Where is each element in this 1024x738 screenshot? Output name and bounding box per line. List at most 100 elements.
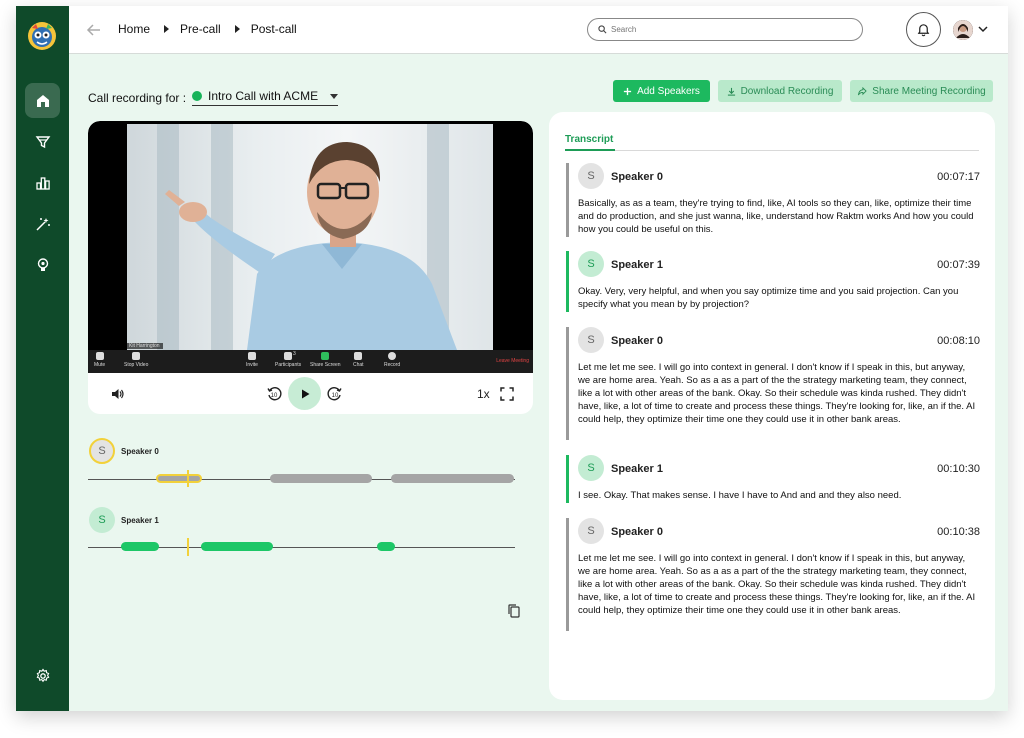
- participants-label: Participants: [275, 362, 302, 368]
- speaker-1-name: Speaker 1: [121, 516, 159, 525]
- transcript-entry[interactable]: S Speaker 0 00:10:38 Let me let me see. …: [566, 518, 980, 631]
- transcript-entry[interactable]: S Speaker 1 00:07:39 Okay. Very, very he…: [566, 251, 980, 312]
- speaker-0-playhead[interactable]: [187, 470, 189, 487]
- tab-divider: [565, 150, 979, 151]
- download-icon: [727, 87, 735, 96]
- breadcrumb-separator-icon: [164, 25, 170, 33]
- nav-analytics[interactable]: [25, 165, 60, 200]
- chat-control[interactable]: Chat: [353, 352, 364, 368]
- download-recording-label: Download Recording: [740, 85, 834, 97]
- share-icon: [858, 86, 867, 95]
- camera-icon: [132, 352, 141, 360]
- transcript-entry[interactable]: S Speaker 0 00:07:17 Basically, as as a …: [566, 163, 980, 237]
- nav-ai-tools[interactable]: [25, 206, 60, 241]
- speaker-avatar: S: [578, 163, 604, 189]
- app-window: Home Pre-call Post-call Call recording f…: [16, 6, 1008, 711]
- play-button[interactable]: [288, 377, 321, 410]
- status-dot-icon: [192, 91, 203, 101]
- copy-icon[interactable]: [508, 604, 520, 618]
- mute-control[interactable]: Mute: [94, 352, 105, 368]
- breadcrumb-separator-icon: [234, 25, 240, 33]
- chat-icon: [354, 352, 363, 360]
- caret-down-icon: [330, 93, 339, 99]
- forward-10-icon: 10: [327, 387, 342, 401]
- svg-text:10: 10: [271, 393, 278, 399]
- speaker-avatar: S: [578, 518, 604, 544]
- recording-select[interactable]: Intro Call with ACME: [192, 89, 339, 106]
- bell-icon: [917, 24, 930, 37]
- chevron-down-icon[interactable]: [977, 24, 989, 34]
- recording-label: Call recording for :: [88, 90, 187, 105]
- video-frame[interactable]: Kit Harrington Mute Stop Video Invite Pa…: [88, 121, 533, 373]
- video-scene-image: [127, 124, 493, 350]
- transcript-panel: Transcript S Speaker 0 00:07:17 Basicall…: [549, 112, 995, 700]
- forward-10-button[interactable]: 10: [327, 384, 343, 404]
- rewind-10-button[interactable]: 10: [266, 384, 282, 404]
- speaker-1-playhead[interactable]: [187, 538, 189, 556]
- back-arrow-icon[interactable]: [84, 20, 104, 40]
- share-meeting-recording-label: Share Meeting Recording: [872, 85, 986, 97]
- timestamp[interactable]: 00:10:30: [937, 463, 980, 475]
- speaker-avatar: S: [578, 251, 604, 277]
- fullscreen-icon: [500, 387, 514, 401]
- share-screen-label: Share Screen: [310, 362, 341, 368]
- participants-control[interactable]: Participants: [275, 352, 301, 368]
- timestamp[interactable]: 00:10:38: [937, 526, 980, 538]
- breadcrumb-pre-call[interactable]: Pre-call: [180, 22, 221, 36]
- speaker-avatar: S: [578, 455, 604, 481]
- lightbulb-icon: [37, 257, 48, 271]
- svg-text:10: 10: [332, 393, 339, 399]
- speaker-1-segment[interactable]: [377, 542, 395, 551]
- speaker-name: Speaker 0: [611, 335, 663, 347]
- fullscreen-button[interactable]: [500, 384, 514, 404]
- speaker-name: Speaker 0: [611, 526, 663, 538]
- search-box[interactable]: [587, 18, 863, 41]
- speaker-0-segment[interactable]: [156, 474, 202, 483]
- breadcrumb-home[interactable]: Home: [118, 22, 150, 36]
- app-logo[interactable]: [26, 20, 58, 52]
- add-speakers-button[interactable]: Add Speakers: [613, 80, 710, 102]
- timestamp[interactable]: 00:08:10: [937, 335, 980, 347]
- bar-chart-icon: [35, 176, 50, 190]
- leave-meeting-button[interactable]: Leave Meeting: [496, 358, 529, 364]
- nav-insights[interactable]: [25, 247, 60, 282]
- timestamp[interactable]: 00:07:39: [937, 259, 980, 271]
- search-icon: [598, 25, 607, 34]
- nav-funnel[interactable]: [25, 124, 60, 159]
- notifications-button[interactable]: [906, 12, 941, 47]
- search-input[interactable]: [611, 25, 841, 34]
- invite-control[interactable]: Invite: [246, 352, 258, 368]
- speaker-0-segment[interactable]: [270, 474, 372, 483]
- sidebar: [16, 6, 69, 711]
- volume-button[interactable]: [110, 384, 124, 404]
- recording-selector-row: Call recording for : Intro Call with ACM…: [88, 89, 339, 106]
- timestamp[interactable]: 00:07:17: [937, 171, 980, 183]
- speaker-name: Speaker 1: [611, 259, 663, 271]
- transcript-entry[interactable]: S Speaker 1 00:10:30 I see. Okay. That m…: [566, 455, 980, 503]
- stop-video-control[interactable]: Stop Video: [124, 352, 148, 368]
- invite-label: Invite: [246, 362, 258, 368]
- video-player: Kit Harrington Mute Stop Video Invite Pa…: [88, 121, 533, 414]
- plus-icon: [623, 87, 632, 95]
- nav-settings[interactable]: [25, 658, 60, 693]
- record-control[interactable]: Record: [384, 352, 400, 368]
- user-avatar[interactable]: [953, 20, 973, 40]
- playback-speed-button[interactable]: 1x: [477, 387, 490, 401]
- transcript-text: Okay. Very, very helpful, and when you s…: [578, 286, 959, 310]
- share-screen-control[interactable]: Share Screen: [310, 352, 341, 368]
- speaker-0-segment[interactable]: [391, 474, 514, 483]
- playback-controls: 10 10 1x: [88, 373, 533, 414]
- nav-home[interactable]: [25, 83, 60, 118]
- download-recording-button[interactable]: Download Recording: [718, 80, 842, 102]
- transcript-text: Basically, as as a team, they're trying …: [578, 198, 974, 235]
- speaker-0-name: Speaker 0: [121, 447, 159, 456]
- speaker-1-segment[interactable]: [121, 542, 159, 551]
- tab-transcript[interactable]: Transcript: [565, 134, 613, 145]
- participant-name-tag: Kit Harrington: [126, 343, 163, 349]
- transcript-entry[interactable]: S Speaker 0 00:08:10 Let me let me see. …: [566, 327, 980, 440]
- breadcrumb-post-call[interactable]: Post-call: [251, 22, 297, 36]
- play-icon: [301, 389, 309, 398]
- record-label: Record: [384, 362, 401, 368]
- speaker-1-segment[interactable]: [201, 542, 273, 551]
- share-meeting-recording-button[interactable]: Share Meeting Recording: [850, 80, 993, 102]
